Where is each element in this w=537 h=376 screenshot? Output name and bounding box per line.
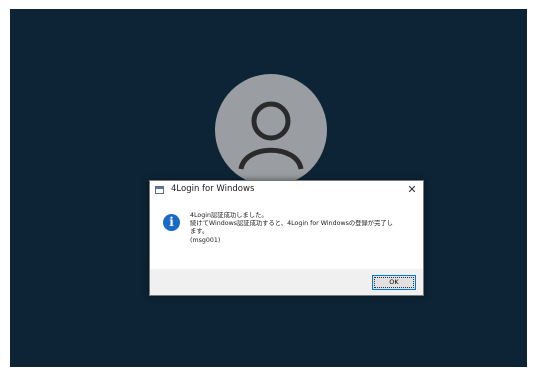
lock-screen: 4Login for Windows ✕ i 4Login認証成功しました。 続… (10, 9, 527, 367)
message-line: (msg001) (190, 236, 221, 244)
dialog-titlebar[interactable]: 4Login for Windows ✕ (150, 181, 423, 199)
dialog-title: 4Login for Windows (171, 184, 255, 194)
dialog-message: 4Login認証成功しました。 続けてWindows認証成功すると、4Login… (190, 212, 416, 245)
info-icon: i (163, 214, 180, 231)
user-avatar (215, 74, 327, 186)
close-button[interactable]: ✕ (401, 181, 423, 199)
message-dialog: 4Login for Windows ✕ i 4Login認証成功しました。 続… (149, 180, 424, 296)
dialog-body: i 4Login認証成功しました。 続けてWindows認証成功すると、4Log… (150, 199, 423, 269)
window-app-icon (155, 186, 164, 194)
user-silhouette-icon (238, 101, 304, 170)
ok-button[interactable]: OK (372, 275, 416, 290)
message-line: 4Login認証成功しました。 (190, 212, 268, 219)
dialog-footer: OK (150, 269, 423, 295)
message-line: 続けてWindows認証成功すると、4Login for Windowsの登録が… (190, 220, 393, 228)
message-line: ます。 (190, 228, 209, 236)
